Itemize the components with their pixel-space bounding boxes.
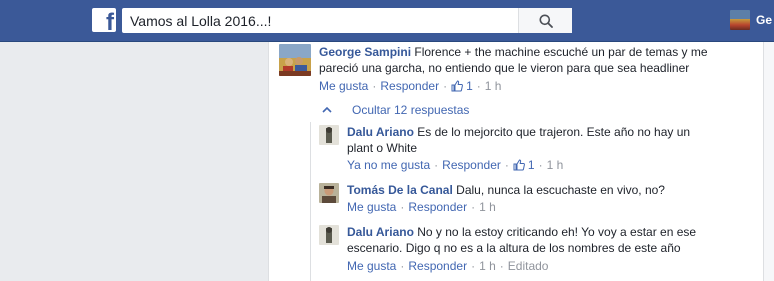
separator: · <box>538 158 543 172</box>
comment-actions: Me gusta · Responder · 1 · 1 h <box>319 78 501 94</box>
like-count-value: 1 <box>466 79 473 93</box>
reply-text: Dalu, nunca la escuchaste en vivo, no? <box>456 183 665 197</box>
thumbs-up-icon <box>513 159 525 171</box>
separator: · <box>443 79 448 93</box>
top-navigation-bar: f Ge <box>0 0 774 42</box>
avatar-photo-icon <box>279 44 311 76</box>
search-bar <box>122 8 572 33</box>
separator: · <box>372 79 377 93</box>
like-count[interactable]: 1 <box>513 157 535 173</box>
reply-author-avatar[interactable] <box>319 125 339 145</box>
thumbs-up-icon <box>451 80 463 92</box>
reply-body: Tomás De la Canal Dalu, nunca la escucha… <box>347 182 707 198</box>
comment-timestamp[interactable]: 1 h <box>485 78 502 94</box>
search-button[interactable] <box>518 8 572 33</box>
chevron-up-icon <box>322 106 332 113</box>
separator: · <box>471 259 476 273</box>
hide-replies-label: Ocultar 12 respuestas <box>352 103 470 117</box>
like-count[interactable]: 1 <box>451 78 473 94</box>
reply-body: Dalu Ariano Es de lo mejorcito que traje… <box>347 124 707 156</box>
unlike-button[interactable]: Ya no me gusta <box>347 157 430 173</box>
reply-button[interactable]: Responder <box>408 199 467 215</box>
reply-button[interactable]: Responder <box>380 78 439 94</box>
search-input[interactable] <box>122 9 518 32</box>
reply-author-avatar[interactable] <box>319 183 339 203</box>
hide-replies-toggle[interactable]: Ocultar 12 respuestas <box>322 102 469 118</box>
profile-name-link[interactable]: Ge <box>756 13 772 27</box>
like-button[interactable]: Me gusta <box>319 78 368 94</box>
separator: · <box>400 259 405 273</box>
reply-timestamp[interactable]: 1 h <box>547 157 564 173</box>
reply-actions: Me gusta · Responder · 1 h <box>347 199 496 215</box>
reply-author-link[interactable]: Tomás De la Canal <box>347 183 453 197</box>
reply-author-link[interactable]: Dalu Ariano <box>347 125 414 139</box>
edited-indicator[interactable]: Editado <box>508 258 549 274</box>
reply-thread-line <box>310 122 311 281</box>
separator: · <box>471 200 476 214</box>
avatar-photo-icon <box>319 225 339 245</box>
profile-avatar[interactable] <box>730 10 750 30</box>
commenter-avatar[interactable] <box>279 44 311 76</box>
separator: · <box>504 158 509 172</box>
avatar-photo-icon <box>319 125 339 145</box>
facebook-logo-icon[interactable]: f <box>92 8 116 32</box>
like-button[interactable]: Me gusta <box>347 258 396 274</box>
reply-button[interactable]: Responder <box>442 157 501 173</box>
reply-body: Dalu Ariano No y no la estoy criticando … <box>347 224 707 256</box>
reply-author-link[interactable]: Dalu Ariano <box>347 225 414 239</box>
reply-timestamp[interactable]: 1 h <box>479 258 496 274</box>
like-count-value: 1 <box>527 158 535 172</box>
separator: · <box>434 158 439 172</box>
reply-actions: Me gusta · Responder · 1 h · Editado <box>347 258 548 274</box>
scrollbar-track[interactable] <box>763 42 774 281</box>
avatar-photo-icon <box>319 183 339 203</box>
reply-button[interactable]: Responder <box>408 258 467 274</box>
left-column <box>0 42 268 281</box>
reply-actions: Ya no me gusta · Responder · 1 · 1 h <box>347 157 563 173</box>
search-icon <box>539 14 553 28</box>
separator: · <box>400 200 405 214</box>
like-button[interactable]: Me gusta <box>347 199 396 215</box>
reply-author-avatar[interactable] <box>319 225 339 245</box>
comment-author-link[interactable]: George Sampini <box>319 45 411 59</box>
reply-timestamp[interactable]: 1 h <box>479 199 496 215</box>
separator: · <box>499 259 504 273</box>
separator: · <box>476 79 481 93</box>
comment-body: George Sampini Florence + the machine es… <box>319 44 723 76</box>
